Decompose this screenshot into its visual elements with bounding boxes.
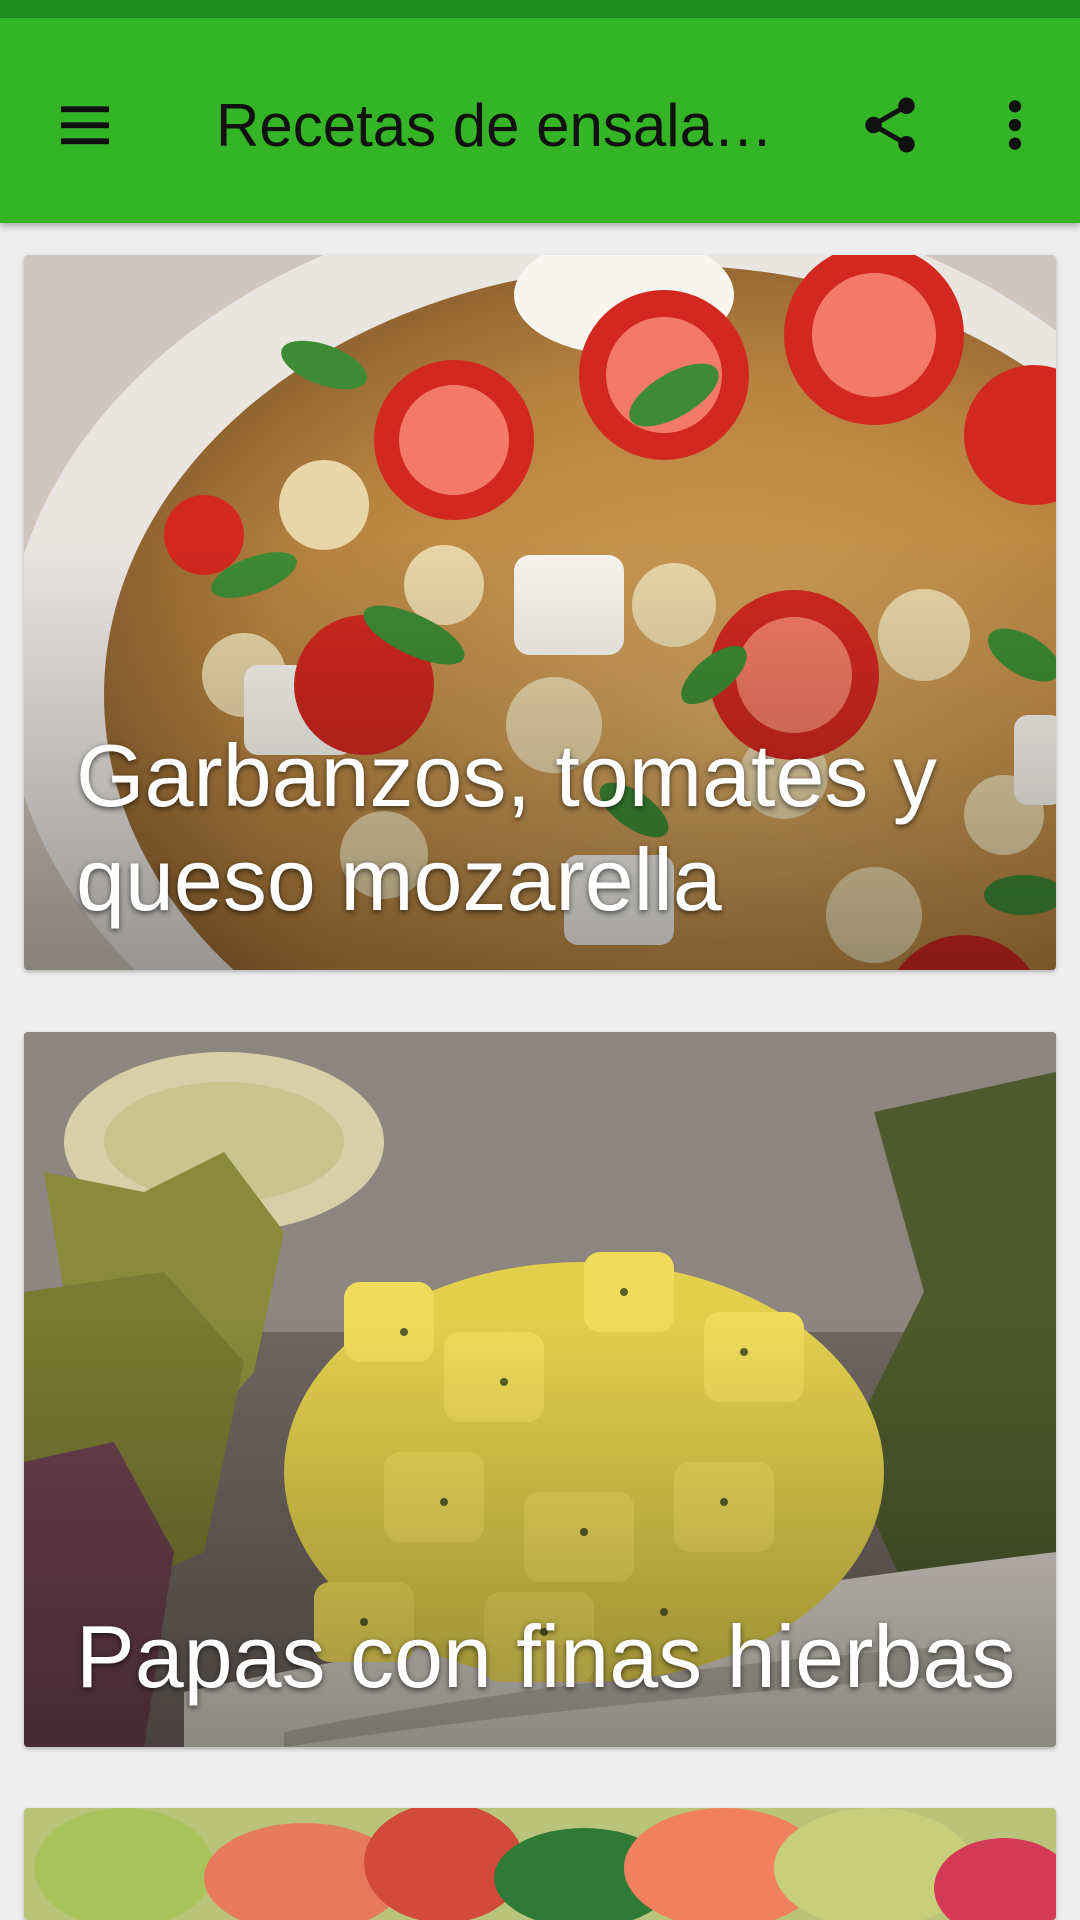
menu-button[interactable] (40, 80, 130, 170)
app-title: Recetas de ensaladas (216, 92, 796, 159)
recipe-card[interactable]: Garbanzos, tomates y queso mozarella (24, 255, 1056, 970)
more-options-button[interactable] (970, 80, 1060, 170)
status-bar (0, 0, 1080, 18)
menu-icon (61, 106, 109, 145)
share-icon (865, 97, 915, 153)
app-bar: Recetas de ensaladas (0, 18, 1080, 223)
recipe-title: Garbanzos, tomates y queso mozarella (76, 726, 937, 929)
recipe-card[interactable] (24, 1808, 1056, 1920)
more-vert-icon (1008, 100, 1022, 150)
recipe-card[interactable]: Papas con finas hierbas (24, 1032, 1056, 1747)
recipe-title: Papas con finas hierbas (76, 1607, 1016, 1706)
recipe-photo (24, 1808, 1056, 1920)
share-button[interactable] (845, 80, 935, 170)
